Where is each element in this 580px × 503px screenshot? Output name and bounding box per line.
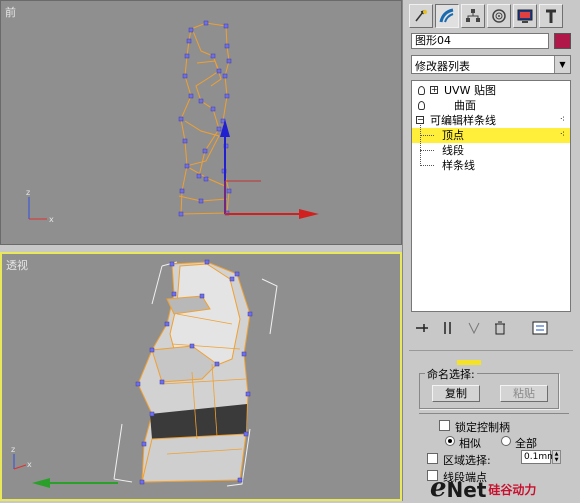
viewport-divider[interactable] xyxy=(0,245,402,252)
lightbulb-icon[interactable] xyxy=(418,86,425,95)
copy-button[interactable]: 复制 xyxy=(432,385,480,402)
stack-item-editable-spline[interactable]: − 可编辑样条线 ⁖ xyxy=(412,113,570,128)
pin-stack-button[interactable] xyxy=(411,319,433,337)
trash-icon xyxy=(495,321,505,335)
paste-button[interactable]: 粘贴 xyxy=(500,385,548,402)
modify-icon xyxy=(439,8,454,23)
area-select-value-input[interactable]: 0.1mm xyxy=(521,450,556,464)
stack-item-label: 顶点 xyxy=(442,129,464,142)
named-selection-group: 命名选择: 复制 粘贴 xyxy=(419,366,559,409)
configure-modifier-sets-button[interactable] xyxy=(529,319,551,337)
stack-item-label: 样条线 xyxy=(442,159,475,172)
stack-item-label: UVW 贴图 xyxy=(444,84,496,97)
pin-icon xyxy=(416,324,428,332)
persp-axis-x-label: x xyxy=(27,460,32,469)
collapse-icon[interactable]: − xyxy=(416,116,424,124)
area-select-label: 区域选择: xyxy=(443,454,491,467)
modify-tab[interactable] xyxy=(435,4,459,28)
stack-item-segment[interactable]: 线段 xyxy=(412,143,570,158)
motion-tab[interactable] xyxy=(487,4,511,28)
named-selection-title: 命名选择: xyxy=(425,366,477,382)
hierarchy-icon xyxy=(466,9,480,22)
front-axis-z-label: z xyxy=(26,188,30,197)
make-unique-button[interactable] xyxy=(463,319,485,337)
stack-item-label: 可编辑样条线 xyxy=(430,114,496,127)
stack-item-surface[interactable]: 曲面 xyxy=(412,98,570,113)
show-end-result-icon xyxy=(444,322,451,334)
hierarchy-tab[interactable] xyxy=(461,4,485,28)
perspective-viewport[interactable]: 透视 z x xyxy=(0,252,402,501)
create-icon xyxy=(415,9,427,22)
display-tab[interactable] xyxy=(513,4,537,28)
show-end-result-button[interactable] xyxy=(437,319,459,337)
similar-label: 相似 xyxy=(459,437,481,450)
persp-axis-z-label: z xyxy=(11,445,15,454)
area-select-checkbox[interactable] xyxy=(427,453,438,464)
utilities-tab[interactable] xyxy=(539,4,563,28)
display-icon xyxy=(517,9,533,23)
expand-icon[interactable]: + xyxy=(430,86,438,94)
watermark-cn: 硅谷动力 xyxy=(488,483,537,497)
configure-icon xyxy=(532,321,548,335)
vertex-level-icon: ⁖ xyxy=(559,115,566,125)
create-tab[interactable] xyxy=(409,4,433,28)
all-radio[interactable] xyxy=(501,436,511,446)
stack-item-vertex[interactable]: 顶点 ⁖ xyxy=(412,128,570,143)
remove-modifier-button[interactable] xyxy=(489,319,511,337)
lock-handles-label: 锁定控制柄 xyxy=(455,421,510,434)
chevron-down-icon[interactable]: ▼ xyxy=(554,56,570,73)
all-label: 全部 xyxy=(515,437,537,450)
lock-handles-checkbox[interactable] xyxy=(439,420,450,431)
perspective-model-drawing: z x xyxy=(11,259,278,488)
modifier-stack[interactable]: + UVW 贴图 曲面 − 可编辑样条线 ⁖ 顶点 ⁖ 线段 样条线 xyxy=(411,80,571,312)
stack-toolbar xyxy=(411,318,571,338)
watermark-net: Net xyxy=(446,478,487,502)
object-name-input[interactable]: 图形04 xyxy=(411,33,549,49)
modifier-list-label: 修改器列表 xyxy=(415,60,470,73)
motion-icon xyxy=(492,9,506,23)
stack-item-label: 线段 xyxy=(442,144,464,157)
lightbulb-icon[interactable] xyxy=(418,101,425,110)
object-color-swatch[interactable] xyxy=(554,33,571,49)
command-panel: 图形04 修改器列表 ▼ + UVW 贴图 曲面 − 可编辑样条线 ⁖ 顶点 ⁖… xyxy=(402,0,580,502)
front-axis-x-label: x xyxy=(49,215,54,224)
stack-item-label: 曲面 xyxy=(454,99,476,112)
stack-item-uvw-map[interactable]: + UVW 贴图 xyxy=(412,83,570,98)
enet-watermark-logo: e Net 硅谷动力 xyxy=(430,474,580,501)
area-select-spinner[interactable]: ▲ ▼ xyxy=(552,450,561,464)
similar-radio[interactable] xyxy=(445,436,455,446)
utilities-icon xyxy=(546,9,556,23)
stack-item-spline[interactable]: 样条线 xyxy=(412,158,570,173)
rollout-handle[interactable] xyxy=(457,360,481,365)
modifier-list-dropdown[interactable]: 修改器列表 ▼ xyxy=(411,55,571,74)
make-unique-icon xyxy=(468,322,480,335)
vertex-level-icon: ⁖ xyxy=(559,130,566,140)
front-viewport[interactable]: 前 z x xyxy=(0,0,402,245)
watermark-e: e xyxy=(430,473,447,503)
front-spline-drawing: z x xyxy=(26,20,319,224)
command-panel-tabs xyxy=(409,4,563,28)
